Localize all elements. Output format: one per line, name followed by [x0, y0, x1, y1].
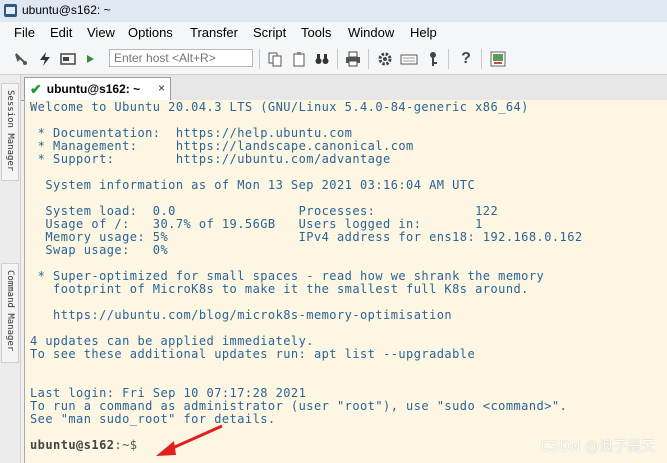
terminal-line: footprint of MicroK8s to make it the sma…: [30, 282, 529, 296]
menu-options[interactable]: Options: [128, 25, 173, 40]
close-icon[interactable]: ×: [158, 81, 165, 95]
terminal-line: Usage of /: 30.7% of 19.56GB Users logge…: [30, 217, 483, 231]
terminal-line: Swap usage: 0%: [30, 243, 169, 257]
session-tab-bar: ✔ ubuntu@s162: ~ ×: [21, 75, 667, 101]
side-panel: Session Manager Command Manager: [0, 75, 21, 463]
settings-icon[interactable]: [376, 50, 394, 68]
menu-tools[interactable]: Tools: [301, 25, 331, 40]
host-input[interactable]: [109, 49, 253, 67]
quick-connect-icon[interactable]: [36, 50, 54, 68]
menu-bar: File Edit View Options Transfer Script T…: [0, 22, 667, 45]
menu-window[interactable]: Window: [348, 25, 394, 40]
reconnect-icon[interactable]: [82, 50, 100, 68]
terminal-output[interactable]: Welcome to Ubuntu 20.04.3 LTS (GNU/Linux…: [24, 100, 667, 463]
toolbar-divider: [259, 49, 260, 69]
menu-view[interactable]: View: [87, 25, 115, 40]
command-manager-tab[interactable]: Command Manager: [1, 263, 19, 363]
title-bar: ubuntu@s162: ~: [0, 0, 667, 22]
menu-help[interactable]: Help: [410, 25, 437, 40]
terminal-line: https://ubuntu.com/blog/microk8s-memory-…: [30, 308, 453, 322]
session-icon[interactable]: [59, 50, 77, 68]
window-title: ubuntu@s162: ~: [22, 3, 111, 17]
toolbar: ?: [0, 44, 667, 75]
shell-prompt[interactable]: ubuntu@s162:~$: [30, 438, 137, 452]
menu-edit[interactable]: Edit: [50, 25, 72, 40]
terminal-line: * Super-optimized for small spaces - rea…: [30, 269, 545, 283]
connected-check-icon: ✔: [30, 80, 42, 97]
terminal-line: Memory usage: 5% IPv4 address for ens18:…: [30, 230, 583, 244]
find-icon[interactable]: [313, 50, 331, 68]
session-tab-label: ubuntu@s162: ~: [46, 82, 141, 96]
terminal-line: To see these additional updates run: apt…: [30, 347, 476, 361]
toolbar-divider: [337, 49, 338, 69]
sftp-icon[interactable]: [489, 50, 507, 68]
print-icon[interactable]: [344, 50, 362, 68]
keymap-icon[interactable]: [400, 50, 418, 68]
annotation-arrow-icon: [156, 424, 223, 456]
terminal-line: 4 updates can be applied immediately.: [30, 334, 314, 348]
key-icon[interactable]: [424, 50, 442, 68]
menu-transfer[interactable]: Transfer: [190, 25, 238, 40]
terminal-line: System information as of Mon 13 Sep 2021…: [30, 178, 476, 192]
toolbar-divider: [481, 49, 482, 69]
menu-script[interactable]: Script: [253, 25, 286, 40]
connect-icon[interactable]: [12, 50, 30, 68]
copy-icon[interactable]: [266, 50, 284, 68]
toolbar-divider: [368, 49, 369, 69]
toolbar-divider: [448, 49, 449, 69]
app-icon: [4, 4, 17, 17]
prompt-user: ubuntu@s162: [30, 438, 115, 452]
menu-file[interactable]: File: [14, 25, 35, 40]
help-icon[interactable]: ?: [457, 50, 475, 68]
session-manager-tab[interactable]: Session Manager: [1, 83, 19, 181]
session-tab[interactable]: ✔ ubuntu@s162: ~ ×: [24, 77, 171, 100]
watermark: CSDN @浪子吴天: [540, 439, 655, 455]
terminal-line: System load: 0.0 Processes: 122: [30, 204, 499, 218]
terminal-line: * Support: https://ubuntu.com/advantage: [30, 152, 391, 166]
terminal-line: * Documentation: https://help.ubuntu.com: [30, 126, 353, 140]
terminal-line: Last login: Fri Sep 10 07:17:28 2021: [30, 386, 307, 400]
paste-icon[interactable]: [290, 50, 308, 68]
terminal-line: Welcome to Ubuntu 20.04.3 LTS (GNU/Linux…: [30, 100, 529, 114]
prompt-path: :~$: [114, 438, 138, 452]
terminal-line: * Management: https://landscape.canonica…: [30, 139, 414, 153]
terminal-line: To run a command as administrator (user …: [30, 399, 568, 413]
